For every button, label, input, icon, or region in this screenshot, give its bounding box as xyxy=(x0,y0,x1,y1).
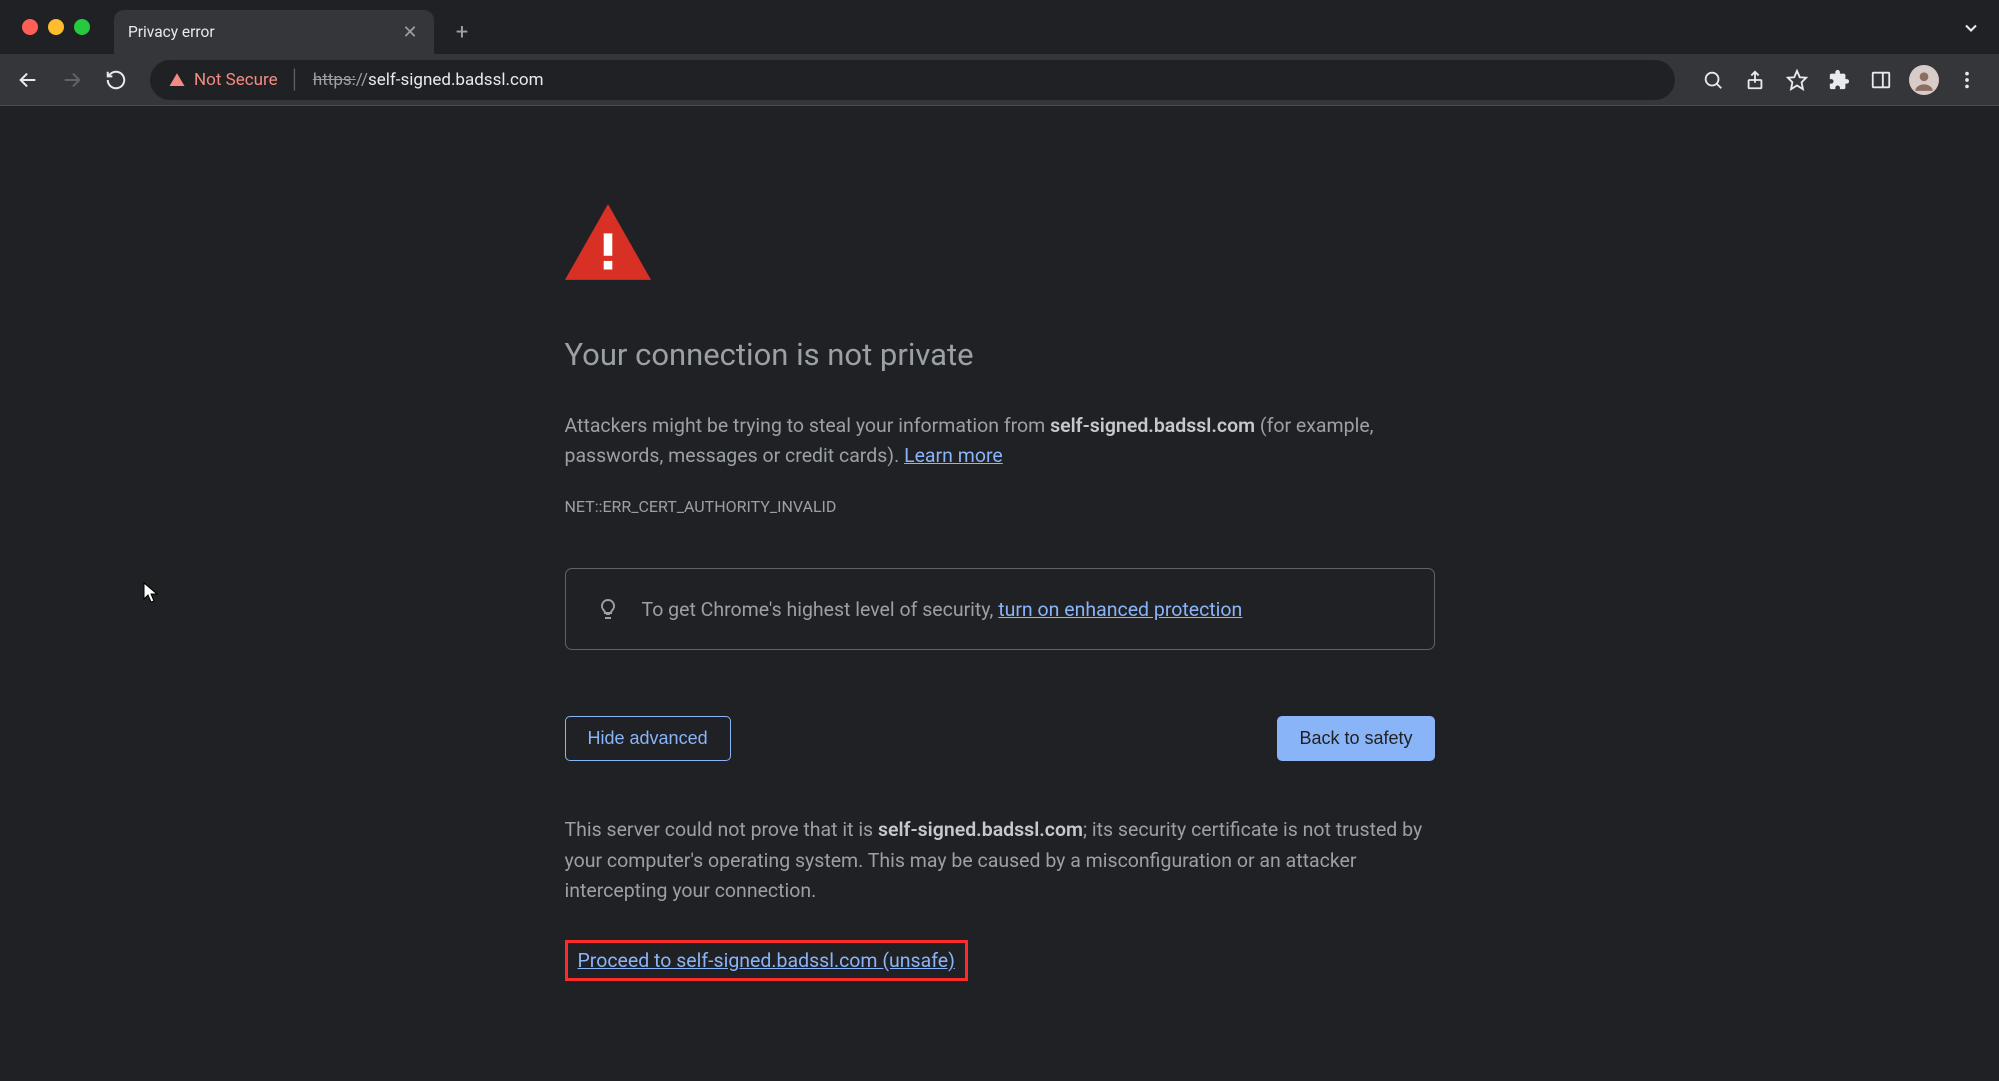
profile-avatar[interactable] xyxy=(1909,65,1939,95)
warning-triangle-icon xyxy=(168,71,186,89)
tab-title: Privacy error xyxy=(128,23,390,41)
body-prefix: Attackers might be trying to steal your … xyxy=(565,414,1051,437)
reload-button[interactable] xyxy=(98,62,134,98)
interstitial-body: Attackers might be trying to steal your … xyxy=(565,411,1435,471)
back-to-safety-button[interactable]: Back to safety xyxy=(1277,716,1434,761)
security-label: Not Secure xyxy=(194,70,278,90)
body-host: self-signed.badssl.com xyxy=(1050,414,1255,437)
url-scheme: https: xyxy=(313,70,356,90)
maximize-window-button[interactable] xyxy=(74,19,90,35)
security-indicator[interactable]: Not Secure xyxy=(168,70,278,90)
tabs-dropdown-button[interactable] xyxy=(1961,18,1981,42)
proceed-highlight-box: Proceed to self-signed.badssl.com (unsaf… xyxy=(565,940,968,981)
extensions-icon[interactable] xyxy=(1825,66,1853,94)
browser-toolbar: Not Secure │ https://self-signed.badssl.… xyxy=(0,54,1999,106)
page-content: Your connection is not private Attackers… xyxy=(0,106,1999,1081)
advanced-host: self-signed.badssl.com xyxy=(878,818,1083,841)
share-icon[interactable] xyxy=(1741,66,1769,94)
tip-prefix: To get Chrome's highest level of securit… xyxy=(642,598,999,621)
ssl-interstitial: Your connection is not private Attackers… xyxy=(565,106,1435,981)
toolbar-actions xyxy=(1699,65,1981,95)
back-button[interactable] xyxy=(10,62,46,98)
hide-advanced-button[interactable]: Hide advanced xyxy=(565,716,731,761)
sidepanel-icon[interactable] xyxy=(1867,66,1895,94)
close-window-button[interactable] xyxy=(22,19,38,35)
address-bar[interactable]: Not Secure │ https://self-signed.badssl.… xyxy=(150,60,1675,100)
interstitial-title: Your connection is not private xyxy=(565,336,1435,373)
window-titlebar: Privacy error ✕ + xyxy=(0,0,1999,54)
advanced-explanation: This server could not prove that it is s… xyxy=(565,815,1435,906)
error-code: NET::ERR_CERT_AUTHORITY_INVALID xyxy=(565,497,1435,516)
lightbulb-icon xyxy=(596,597,620,621)
window-controls xyxy=(22,19,90,35)
forward-button[interactable] xyxy=(54,62,90,98)
button-row: Hide advanced Back to safety xyxy=(565,716,1435,761)
new-tab-button[interactable]: + xyxy=(448,18,476,46)
learn-more-link[interactable]: Learn more xyxy=(904,444,1003,467)
menu-icon[interactable] xyxy=(1953,66,1981,94)
close-tab-button[interactable]: ✕ xyxy=(400,22,420,42)
search-icon[interactable] xyxy=(1699,66,1727,94)
warning-triangle-icon xyxy=(565,204,651,280)
mouse-cursor-icon xyxy=(142,581,162,605)
tip-text: To get Chrome's highest level of securit… xyxy=(642,598,1243,621)
enhanced-protection-tip: To get Chrome's highest level of securit… xyxy=(565,568,1435,650)
enhanced-protection-link[interactable]: turn on enhanced protection xyxy=(998,598,1242,621)
minimize-window-button[interactable] xyxy=(48,19,64,35)
advanced-prefix: This server could not prove that it is xyxy=(565,818,878,841)
bookmark-star-icon[interactable] xyxy=(1783,66,1811,94)
browser-tab[interactable]: Privacy error ✕ xyxy=(114,10,434,54)
url-separator: // xyxy=(356,70,368,90)
proceed-link[interactable]: Proceed to self-signed.badssl.com (unsaf… xyxy=(578,949,955,972)
url-text: https://self-signed.badssl.com xyxy=(313,70,544,90)
omnibox-separator: │ xyxy=(290,69,301,90)
url-host: self-signed.badssl.com xyxy=(368,70,544,90)
